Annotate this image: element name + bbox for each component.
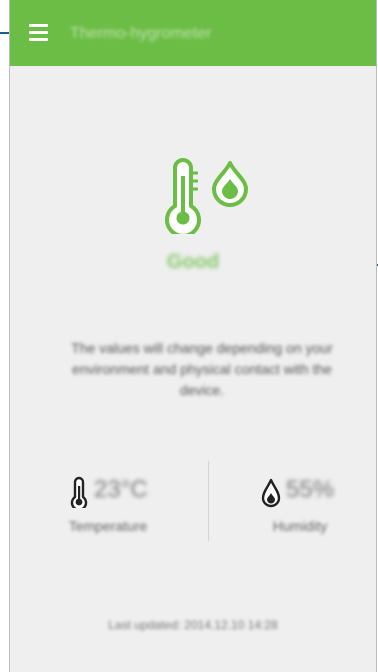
humidity-value: 55%	[286, 476, 335, 503]
page: Thermo-hygrometer Good The values will c…	[0, 0, 378, 672]
metric-divider	[208, 461, 209, 541]
menu-button[interactable]	[21, 17, 53, 49]
thermometer-icon	[70, 476, 88, 508]
hamburger-menu-icon	[29, 38, 48, 41]
humidity-label: Humidity	[272, 518, 328, 534]
app-title: Thermo-hygrometer	[70, 25, 212, 42]
thermometer-droplet-icon	[165, 158, 248, 234]
temperature-label: Temperature	[68, 518, 148, 534]
temperature-metric: 23°C Temperature	[28, 472, 188, 534]
hamburger-menu-icon	[29, 24, 48, 27]
humidity-metric: 55% Humidity	[220, 472, 376, 534]
hamburger-menu-icon	[29, 31, 48, 34]
phone-screen: Thermo-hygrometer Good The values will c…	[9, 0, 377, 672]
app-bar: Thermo-hygrometer	[10, 0, 376, 66]
comfort-status: Good	[166, 251, 220, 273]
droplet-icon	[261, 478, 281, 508]
description-text: The values will change depending on your…	[71, 340, 333, 398]
temperature-value: 23°C	[94, 476, 148, 503]
last-updated-text: Last updated: 2014.12.10 14:28	[108, 618, 278, 632]
